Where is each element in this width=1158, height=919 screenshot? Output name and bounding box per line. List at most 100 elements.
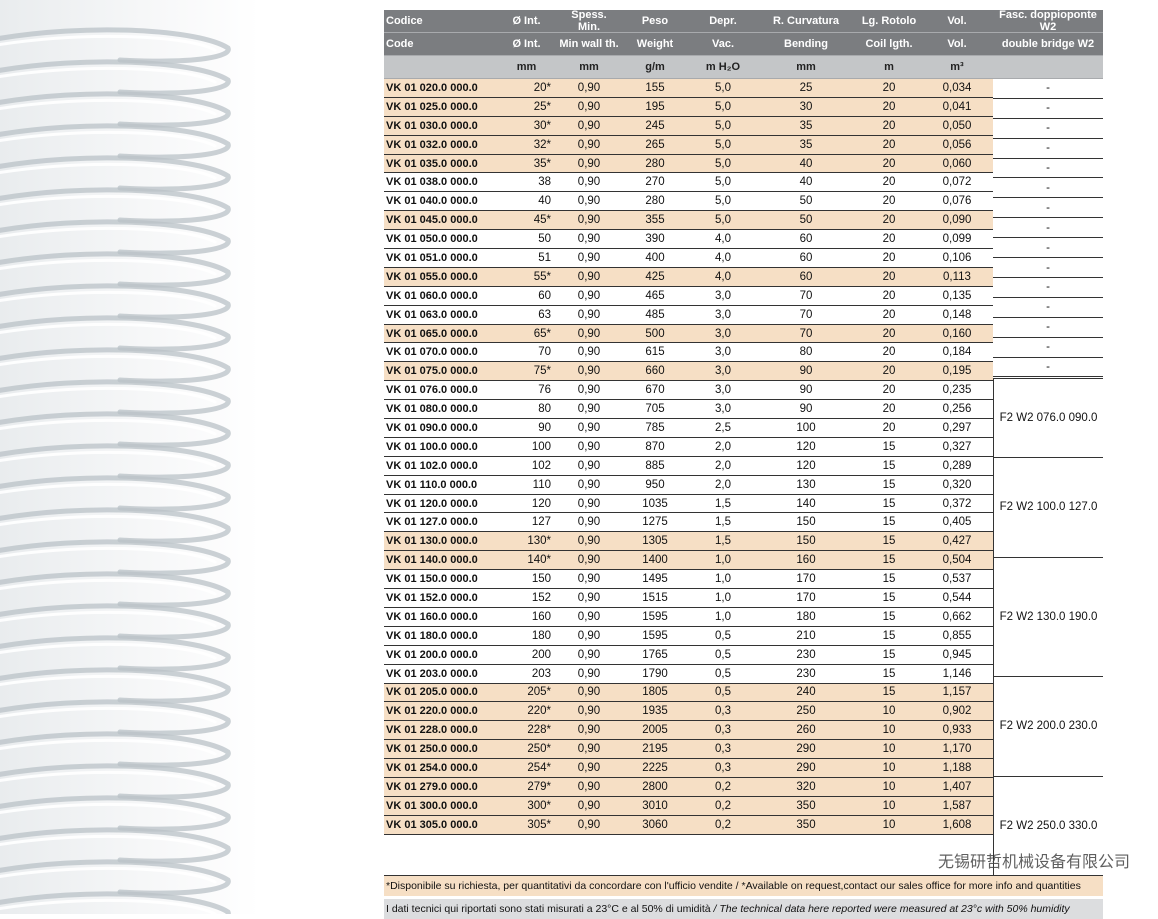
cell-t: 0,90 [577, 440, 601, 453]
cell-vol: 0,945 [942, 648, 972, 661]
cell-code: VK 01 025.0 000.0 [386, 100, 478, 113]
product-spec-table: Codice Ø Int. Spess. Min. Peso Depr. R. … [384, 9, 1103, 919]
cell-t: 0,90 [577, 157, 601, 170]
cell-v: 0,2 [715, 818, 731, 831]
cell-b: 60 [799, 251, 813, 264]
cell-w: 2225 [642, 762, 668, 774]
cell-w: 280 [645, 157, 665, 170]
cell-v: 0,2 [715, 780, 731, 793]
cell-vol: 1,146 [942, 667, 972, 680]
cell-b: 50 [799, 214, 813, 227]
cell-t: 0,90 [577, 289, 601, 302]
cell-b: 60 [799, 270, 813, 283]
cell-v: 3,0 [715, 327, 731, 340]
cell-v: 1,5 [715, 516, 731, 529]
cell-w: 1595 [642, 629, 668, 642]
cell-t: 0,90 [577, 327, 601, 340]
cell-code: VK 01 020.0 000.0 [386, 81, 478, 94]
cell-code: VK 01 180.0 000.0 [386, 629, 478, 642]
cell-w: 885 [645, 459, 665, 472]
cell-b: 90 [799, 365, 813, 378]
cell-v: 0,5 [715, 629, 731, 642]
cell-v: 4,0 [715, 251, 731, 264]
table-row: VK 01 032.0 000.0 32* 0,90 265 5,0 35 20 0,056 [384, 135, 993, 155]
cell-code: VK 01 150.0 000.0 [386, 573, 478, 586]
cell-d: 80 [538, 403, 551, 416]
unit-label: mm [516, 61, 537, 73]
cell-l: 20 [882, 251, 896, 264]
table-row: VK 01 152.0 000.0 152 0,90 1515 1,0 170 15 0,54… [384, 589, 993, 608]
table-row: VK 01 063.0 000.0 63 0,90 485 3,0 70 20 0,148 [384, 306, 993, 325]
cell-v: 2,5 [715, 421, 731, 434]
cell-code: VK 01 152.0 000.0 [386, 591, 478, 604]
cell-v: 0,2 [715, 799, 731, 812]
cell-l: 20 [882, 308, 896, 321]
cell-b: 70 [799, 308, 813, 321]
cell-d: 65* [533, 327, 551, 340]
cell-v: 2,0 [715, 478, 731, 491]
unit-label: m [884, 61, 894, 73]
w2-group-label: F2 W2 200.0 230.0 [993, 676, 1103, 776]
cell-vol: 0,297 [942, 421, 972, 434]
cell-l: 15 [882, 610, 896, 623]
cell-vol: 0,184 [942, 346, 972, 359]
cell-t: 0,90 [577, 591, 601, 604]
table-row: VK 01 127.0 000.0 127 0,90 1275 1,5 150 15 0,40… [384, 513, 993, 533]
col-header: Depr. [709, 15, 737, 27]
table-row: VK 01 203.0 000.0 203 0,90 1790 0,5 230 15 1,14… [384, 665, 993, 684]
cell-w: 400 [645, 251, 665, 264]
cell-vol: 1,587 [942, 799, 972, 812]
cell-code: VK 01 100.0 000.0 [386, 440, 478, 453]
cell-b: 120 [796, 440, 816, 453]
cell-v: 3,0 [715, 384, 731, 397]
cell-v: 0,3 [715, 724, 731, 737]
cell-l: 15 [882, 648, 896, 661]
cell-w: 1305 [642, 535, 668, 548]
cell-t: 0,90 [577, 648, 601, 661]
cell-w: 705 [645, 403, 665, 416]
cell-code: VK 01 305.0 000.0 [386, 818, 478, 831]
cell-d: 140* [527, 554, 551, 567]
cell-d: 127 [531, 516, 551, 529]
cell-v: 3,0 [715, 289, 731, 302]
cell-d: 120 [531, 497, 551, 510]
cell-w: 270 [645, 176, 665, 189]
cell-v: 3,0 [715, 308, 731, 321]
table-row: VK 01 279.0 000.0 279* 0,90 2800 0,2 320 10 1,4… [384, 777, 993, 797]
cell-b: 70 [799, 327, 813, 340]
col-header: Spess. Min. [571, 9, 607, 33]
w2-dash: - [993, 278, 1103, 298]
cell-b: 130 [796, 478, 816, 491]
cell-v: 0,3 [715, 705, 731, 718]
cell-d: 279* [527, 780, 551, 793]
cell-t: 0,90 [577, 195, 601, 208]
col-header: Lg. Rotolo [861, 15, 917, 27]
w2-dash: - [993, 99, 1103, 119]
cell-v: 0,5 [715, 667, 731, 680]
cell-b: 35 [799, 119, 813, 132]
cell-t: 0,90 [577, 251, 601, 264]
cell-t: 0,90 [577, 459, 601, 472]
cell-b: 230 [796, 648, 816, 661]
cell-code: VK 01 035.0 000.0 [386, 157, 478, 170]
cell-w: 485 [645, 308, 665, 321]
cell-code: VK 01 030.0 000.0 [386, 119, 478, 132]
cell-v: 5,0 [715, 138, 731, 151]
cell-t: 0,90 [577, 610, 601, 623]
cell-l: 15 [882, 478, 896, 491]
col-header: Coil lgth. [865, 38, 913, 50]
table-row: VK 01 075.0 000.0 75* 0,90 660 3,0 90 20 0,195 [384, 362, 993, 382]
hose-product-image [0, 0, 370, 914]
cell-t: 0,90 [577, 743, 601, 756]
cell-v: 2,0 [715, 459, 731, 472]
cell-v: 0,5 [715, 686, 731, 699]
cell-vol: 1,170 [942, 743, 972, 756]
cell-vol: 0,090 [942, 214, 972, 227]
cell-t: 0,90 [577, 724, 601, 737]
col-header: Ø Int. [512, 38, 541, 50]
table-row: VK 01 160.0 000.0 160 0,90 1595 1,0 180 15 0,66… [384, 608, 993, 627]
table-row: VK 01 070.0 000.0 70 0,90 615 3,0 80 20 0,184 [384, 343, 993, 363]
col-header: Bending [784, 38, 828, 50]
cell-code: VK 01 228.0 000.0 [386, 724, 478, 737]
cell-code: VK 01 254.0 000.0 [386, 762, 478, 774]
